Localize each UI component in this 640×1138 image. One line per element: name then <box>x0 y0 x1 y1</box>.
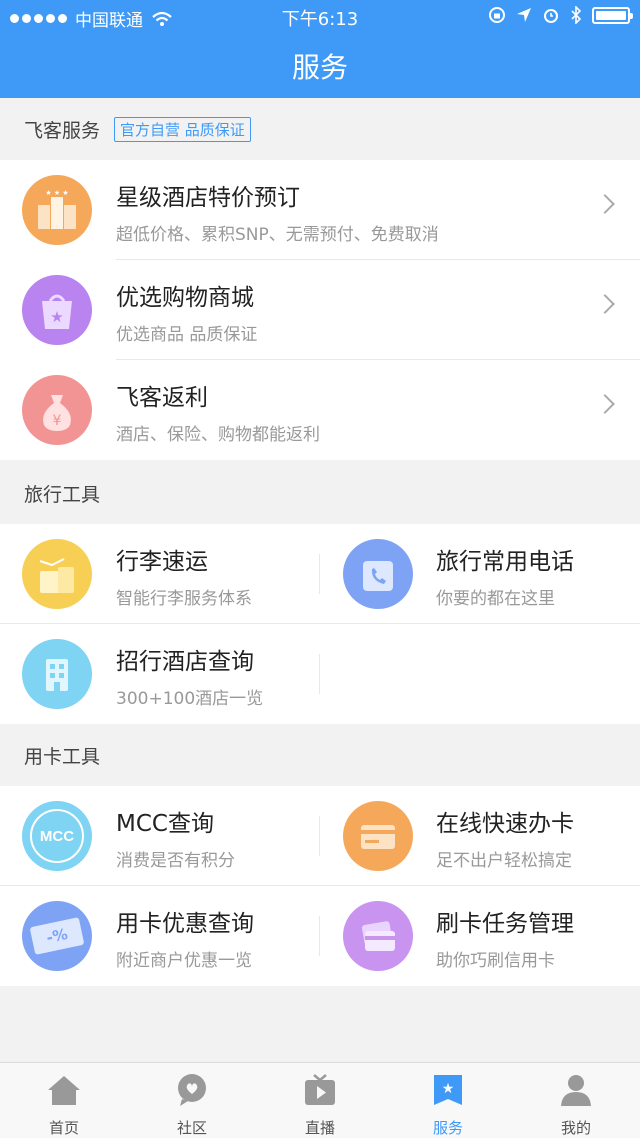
divider <box>319 916 320 956</box>
tool-name: 用卡优惠查询 <box>116 911 254 937</box>
divider <box>319 816 320 856</box>
service-desc: 优选商品 品质保证 <box>116 325 258 345</box>
home-icon <box>48 1076 80 1105</box>
chevron-right-icon <box>595 394 615 414</box>
service-row-hotel[interactable]: ★ ★ ★ 星级酒店特价预订 超低价格、累积SNP、无需预付、免费取消 <box>0 160 640 260</box>
quality-tag: 官方自营 品质保证 <box>114 116 251 142</box>
tool-name: 刷卡任务管理 <box>436 911 574 937</box>
tab-home[interactable]: 首页 <box>0 1063 128 1138</box>
tab-label: 服务 <box>432 1119 463 1137</box>
tab-community[interactable]: 社区 <box>128 1063 256 1138</box>
tool-desc: 300+100酒店一览 <box>116 689 264 709</box>
tab-bar: 首页 社区 直播 ★ 服务 我的 <box>0 1062 640 1138</box>
alarm-icon <box>544 9 558 23</box>
chevron-right-icon <box>595 294 615 314</box>
status-right <box>488 6 633 24</box>
divider <box>319 654 320 694</box>
section-header-travel: 旅行工具 <box>0 462 640 524</box>
service-name: 飞客返利 <box>116 385 208 411</box>
tools-row-4: -% 用卡优惠查询 附近商户优惠一览 刷卡任务管理 助你巧刷信用卡 <box>0 886 640 986</box>
money-bag-icon: ¥ <box>22 375 92 445</box>
tool-name: 行李速运 <box>116 549 208 575</box>
service-name: 星级酒店特价预订 <box>116 185 300 211</box>
tool-name: 在线快速办卡 <box>436 811 574 837</box>
service-desc: 酒店、保险、购物都能返利 <box>116 425 320 445</box>
discount-badge: -% <box>29 917 85 955</box>
service-row-shopping[interactable]: ★ 优选购物商城 优选商品 品质保证 <box>0 260 640 360</box>
hotel-icon: ★ ★ ★ <box>22 175 92 245</box>
shopping-bag-icon: ★ <box>22 275 92 345</box>
tv-icon <box>305 1074 335 1105</box>
tool-desc: 智能行李服务体系 <box>116 589 252 609</box>
chat-icon <box>178 1074 206 1106</box>
section-title: 飞客服务 <box>24 119 101 142</box>
tool-desc: 消费是否有积分 <box>116 851 235 871</box>
tools-row-3: MCC MCC查询 消费是否有积分 在线快速办卡 足不出户轻松搞定 <box>0 786 640 886</box>
mcc-badge: MCC <box>30 809 84 863</box>
tools-row-1: 行李速运 智能行李服务体系 旅行常用电话 你要的都在这里 <box>0 524 640 624</box>
cards-icon <box>343 901 413 971</box>
svg-text:★: ★ <box>50 308 63 326</box>
section-title: 用卡工具 <box>24 745 101 768</box>
tab-label: 社区 <box>176 1119 207 1137</box>
mcc-icon: MCC <box>22 801 92 871</box>
service-row-rebate[interactable]: ¥ 飞客返利 酒店、保险、购物都能返利 <box>0 360 640 460</box>
tab-live[interactable]: 直播 <box>256 1063 384 1138</box>
tab-service[interactable]: ★ 服务 <box>384 1063 512 1138</box>
tool-desc: 足不出户轻松搞定 <box>436 851 572 871</box>
discount-ticket-icon: -% <box>22 901 92 971</box>
tool-desc: 你要的都在这里 <box>436 589 555 609</box>
status-bar: 中国联通 下午6:13 <box>0 0 640 34</box>
tool-desc: 助你巧刷信用卡 <box>436 951 555 971</box>
tab-label: 首页 <box>48 1119 79 1137</box>
tool-name: MCC查询 <box>116 811 214 837</box>
section-header-feike: 飞客服务 官方自营 品质保证 <box>0 98 640 160</box>
tab-label: 直播 <box>304 1119 335 1137</box>
divider <box>319 554 320 594</box>
location-icon <box>517 8 531 22</box>
card-icon <box>343 801 413 871</box>
service-desc: 超低价格、累积SNP、无需预付、免费取消 <box>116 225 439 245</box>
svg-text:★: ★ <box>442 1081 455 1097</box>
rotation-lock-icon <box>489 7 505 23</box>
svg-text:★ ★ ★: ★ ★ ★ <box>45 189 68 197</box>
service-name: 优选购物商城 <box>116 285 254 311</box>
chevron-right-icon <box>595 194 615 214</box>
tab-mine[interactable]: 我的 <box>512 1063 640 1138</box>
bluetooth-icon <box>571 6 582 24</box>
tab-label: 我的 <box>560 1119 591 1137</box>
tool-name: 招行酒店查询 <box>116 649 254 675</box>
section-title: 旅行工具 <box>24 483 101 506</box>
svg-text:¥: ¥ <box>53 413 62 429</box>
top-bar: 中国联通 下午6:13 服务 <box>0 0 640 98</box>
tool-desc: 附近商户优惠一览 <box>116 951 252 971</box>
battery-icon <box>592 6 633 24</box>
page-title: 服务 <box>291 51 348 84</box>
section-header-card: 用卡工具 <box>0 724 640 786</box>
building-icon <box>22 639 92 709</box>
tool-name: 旅行常用电话 <box>436 549 574 575</box>
service-icon: ★ <box>434 1075 462 1105</box>
user-icon <box>561 1075 591 1106</box>
tools-row-2: 招行酒店查询 300+100酒店一览 <box>0 624 640 724</box>
luggage-icon <box>22 539 92 609</box>
phone-icon <box>343 539 413 609</box>
